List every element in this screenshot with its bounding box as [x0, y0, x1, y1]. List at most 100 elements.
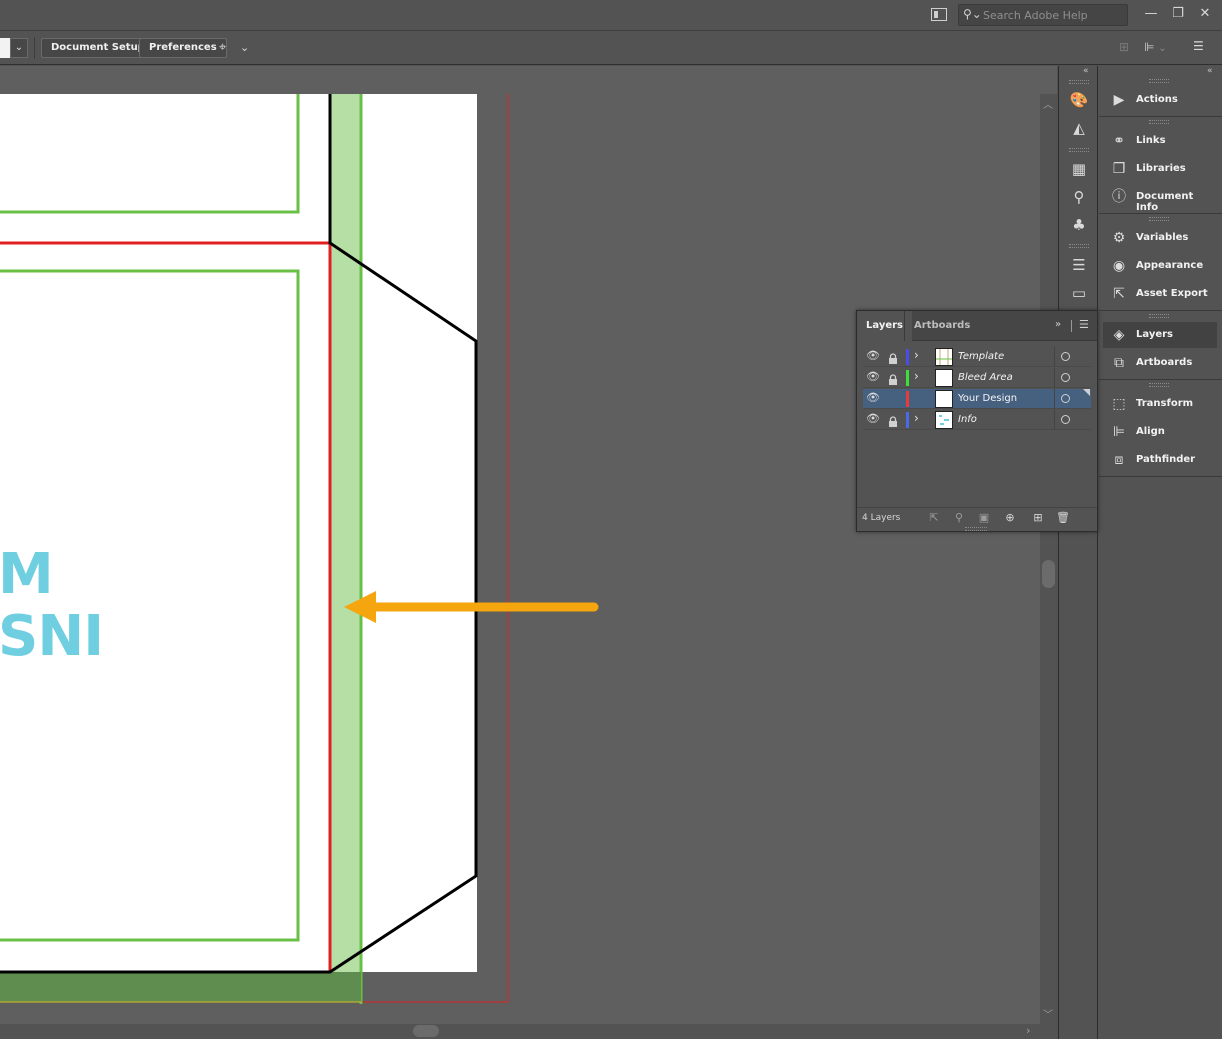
scroll-down-icon[interactable]: ﹀	[1043, 1006, 1053, 1021]
new-layer-icon[interactable]: ⊞	[1031, 511, 1045, 525]
eye-icon[interactable]: 👁	[866, 349, 880, 362]
search-placeholder: Search Adobe Help	[983, 9, 1088, 22]
panel-appearance[interactable]: ◉ Appearance	[1103, 253, 1217, 279]
eye-icon[interactable]: 👁	[866, 370, 880, 383]
panel-artboards[interactable]: ⧉ Artboards	[1103, 350, 1217, 376]
lock-icon[interactable]	[887, 371, 899, 385]
layers-icon: ◈	[1113, 327, 1125, 343]
layer-thumbnail	[935, 348, 953, 366]
expand-panel-icon[interactable]: »	[1055, 319, 1061, 330]
collect-for-export-icon[interactable]: ⇱	[927, 511, 941, 525]
vertical-scrollbar[interactable]: ︿ ﹀	[1040, 94, 1057, 1024]
style-dropdown-button[interactable]: ⌄	[10, 38, 28, 58]
scroll-right-icon[interactable]: ›	[1026, 1024, 1030, 1037]
restore-button[interactable]: ❐	[1165, 4, 1191, 24]
stroke-icon[interactable]: ☰	[1069, 255, 1089, 275]
control-menu-icon[interactable]: ☰	[1193, 39, 1207, 53]
chevron-right-icon[interactable]: ›	[914, 411, 919, 425]
layer-row-bleed-area[interactable]: 👁 › Bleed Area	[863, 368, 1091, 388]
export-icon: ⇱	[1113, 286, 1125, 302]
layer-thumbnail	[935, 411, 953, 429]
chevron-down-icon[interactable]: ⌄	[240, 39, 252, 57]
layer-color	[906, 370, 909, 386]
target-icon[interactable]	[1061, 394, 1070, 403]
bleed-strip	[331, 94, 361, 972]
layers-panel-footer: 4 Layers ⇱ ⚲ ▣ ⊕ ⊞ 🗑	[857, 507, 1097, 529]
artboards-icon: ⧉	[1114, 355, 1124, 371]
layer-name[interactable]: Info	[958, 414, 977, 425]
target-icon[interactable]	[1061, 415, 1070, 424]
panel-links[interactable]: ⚭ Links	[1103, 128, 1217, 154]
panel-transform[interactable]: ⬚ Transform	[1103, 391, 1217, 417]
transform-grid-icon[interactable]: ⊞	[1119, 40, 1133, 54]
trash-icon[interactable]: 🗑	[1056, 511, 1070, 525]
target-icon[interactable]	[1061, 352, 1070, 361]
new-sublayer-icon[interactable]: ⊕	[1003, 511, 1017, 525]
locate-object-icon[interactable]: ⚲	[952, 511, 966, 525]
tab-artboards[interactable]: Artboards	[904, 311, 979, 341]
artwork-text-line2: SNI	[0, 604, 104, 669]
panel-variables[interactable]: ⚙ Variables	[1103, 225, 1217, 251]
play-icon: ▶	[1113, 92, 1125, 108]
panel-align[interactable]: ⊫ Align	[1103, 419, 1217, 445]
collapse-icon[interactable]: «	[1083, 66, 1089, 76]
layer-row-info[interactable]: 👁 › Info	[863, 410, 1091, 430]
style-swatch[interactable]	[0, 38, 10, 58]
layer-row-your-design[interactable]: 👁 Your Design	[863, 389, 1091, 409]
dock-panel-list: « ▶ Actions ⚭ Links ❒ Libraries ⓘ Docume…	[1099, 66, 1222, 1039]
layer-thumbnail	[935, 390, 953, 408]
separator	[1071, 320, 1072, 332]
minimize-button[interactable]: —	[1138, 4, 1164, 24]
preferences-button[interactable]: Preferences	[139, 38, 227, 58]
layer-color	[906, 391, 909, 407]
align-options-icon[interactable]: ⊫ ⌄	[1144, 40, 1174, 54]
control-bar: ⌄ Document Setup Preferences ⌖ ⌄ ⊞ ⊫ ⌄ ☰	[0, 31, 1222, 65]
chevron-right-icon[interactable]: ›	[914, 369, 919, 383]
horizontal-scroll-thumb[interactable]	[413, 1025, 439, 1037]
close-button[interactable]: ✕	[1192, 4, 1218, 24]
clipping-mask-icon[interactable]: ▣	[977, 511, 991, 525]
lock-icon[interactable]	[887, 350, 899, 364]
title-bar: ⚲⌄ Search Adobe Help — ❐ ✕	[0, 0, 1222, 31]
panel-libraries[interactable]: ❒ Libraries	[1103, 156, 1217, 182]
arrange-documents-icon[interactable]	[931, 8, 947, 21]
brushes-icon[interactable]: ⚲	[1069, 187, 1089, 207]
panel-layers[interactable]: ◈ Layers	[1103, 322, 1217, 348]
panel-pathfinder[interactable]: ⧈ Pathfinder	[1103, 447, 1217, 473]
layer-name[interactable]: Your Design	[958, 393, 1017, 404]
horizontal-scrollbar[interactable]: ›	[0, 1024, 1040, 1039]
target-icon[interactable]	[1061, 373, 1070, 382]
collapse-icon[interactable]: «	[1207, 66, 1213, 76]
color-guide-icon[interactable]: ◭	[1069, 118, 1089, 138]
color-palette-icon[interactable]: 🎨	[1069, 90, 1089, 110]
scroll-up-icon[interactable]: ︿	[1043, 96, 1053, 111]
eye-icon[interactable]: 👁	[866, 391, 880, 404]
layer-count: 4 Layers	[862, 513, 901, 523]
artwork-text-line1: M	[0, 542, 54, 607]
lock-icon[interactable]	[887, 413, 899, 427]
panel-menu-icon[interactable]: ☰	[1079, 318, 1089, 331]
canvas[interactable]: M SNI	[0, 66, 1040, 1024]
artwork	[0, 94, 599, 1004]
align-icon: ⊫	[1112, 424, 1126, 440]
separator	[34, 37, 35, 59]
select-similar-icon[interactable]: ⌖	[219, 39, 237, 57]
layer-name[interactable]: Template	[958, 351, 1004, 362]
swatches-icon[interactable]: ▦	[1069, 159, 1089, 179]
document-setup-button[interactable]: Document Setup	[41, 38, 155, 58]
layer-name[interactable]: Bleed Area	[958, 372, 1013, 383]
chevron-right-icon[interactable]: ›	[914, 348, 919, 362]
libraries-icon: ❒	[1112, 161, 1126, 177]
artboard	[0, 94, 477, 972]
symbols-icon[interactable]: ♣	[1069, 215, 1089, 235]
search-help-input[interactable]: ⚲⌄ Search Adobe Help	[958, 4, 1128, 26]
gradient-icon[interactable]: ▭	[1069, 283, 1089, 303]
panel-actions[interactable]: ▶ Actions	[1103, 87, 1217, 113]
panel-asset-export[interactable]: ⇱ Asset Export	[1103, 281, 1217, 307]
vertical-scroll-thumb[interactable]	[1042, 560, 1055, 588]
layer-color	[906, 412, 909, 428]
panel-document-info[interactable]: ⓘ Document Info	[1103, 184, 1217, 213]
layer-row-template[interactable]: 👁 › Template	[863, 347, 1091, 367]
layer-color	[906, 349, 909, 365]
eye-icon[interactable]: 👁	[866, 412, 880, 425]
